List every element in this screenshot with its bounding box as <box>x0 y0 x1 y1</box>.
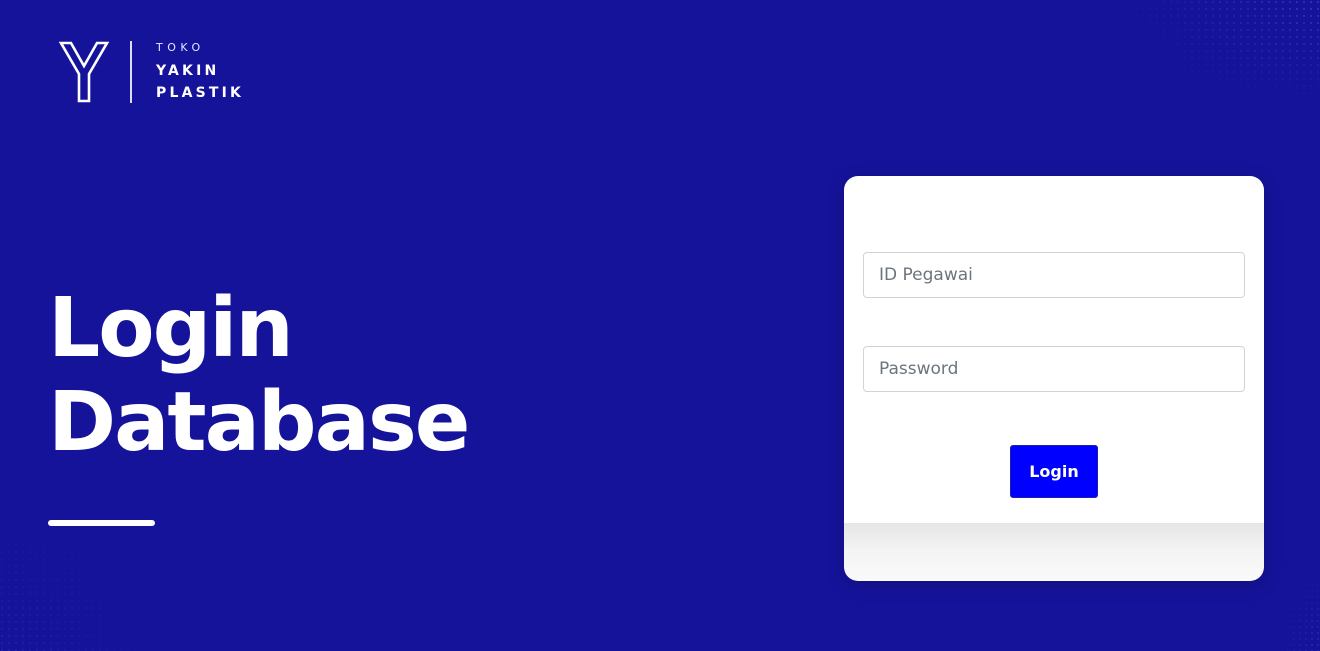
brand-name-line-1: TOKO <box>156 40 205 54</box>
password-input[interactable] <box>863 346 1245 392</box>
dot-pattern-decoration <box>1280 571 1320 651</box>
brand-header: TOKO YAKIN PLASTIK <box>58 40 244 104</box>
page-title-line-2: Database <box>48 375 470 470</box>
brand-name: TOKO YAKIN PLASTIK <box>156 41 244 104</box>
dot-pattern-decoration <box>1120 0 1320 110</box>
brand-name-line-3: PLASTIK <box>156 84 245 101</box>
brand-name-line-2: YAKIN <box>156 62 220 79</box>
card-footer-shade <box>844 523 1264 549</box>
login-card: Login <box>844 176 1264 581</box>
y-letter-logo-icon <box>58 41 110 103</box>
employee-id-input[interactable] <box>863 252 1245 298</box>
page-title-line-1: Login <box>48 281 294 376</box>
brand-divider <box>130 41 132 103</box>
title-underline <box>48 520 155 526</box>
page-title: Login Database <box>48 281 470 470</box>
login-button[interactable]: Login <box>1010 445 1098 498</box>
